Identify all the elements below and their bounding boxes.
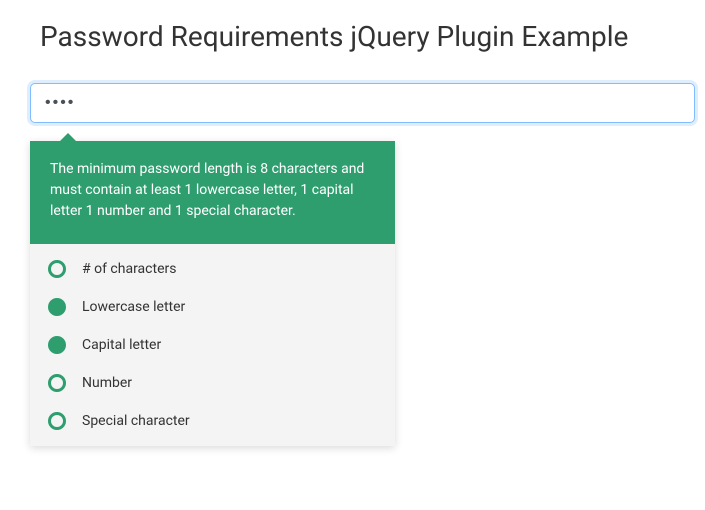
circle-outline-icon <box>48 260 66 278</box>
requirements-list: # of characters Lowercase letter Capital… <box>30 244 395 446</box>
requirement-label: Lowercase letter <box>82 299 185 315</box>
circle-filled-icon <box>48 298 66 316</box>
circle-outline-icon <box>48 412 66 430</box>
circle-filled-icon <box>48 336 66 354</box>
list-item: Lowercase letter <box>30 288 395 326</box>
tooltip-arrow-icon <box>60 133 76 141</box>
password-input[interactable] <box>30 83 695 123</box>
list-item: # of characters <box>30 250 395 288</box>
requirement-label: # of characters <box>82 261 176 277</box>
password-requirements-tooltip: The minimum password length is 8 charact… <box>30 141 395 446</box>
page-title: Password Requirements jQuery Plugin Exam… <box>40 20 685 53</box>
tooltip-message: The minimum password length is 8 charact… <box>30 141 395 244</box>
requirement-label: Special character <box>82 413 190 429</box>
requirement-label: Capital letter <box>82 337 161 353</box>
requirement-label: Number <box>82 375 132 391</box>
list-item: Special character <box>30 402 395 440</box>
list-item: Number <box>30 364 395 402</box>
list-item: Capital letter <box>30 326 395 364</box>
circle-outline-icon <box>48 374 66 392</box>
